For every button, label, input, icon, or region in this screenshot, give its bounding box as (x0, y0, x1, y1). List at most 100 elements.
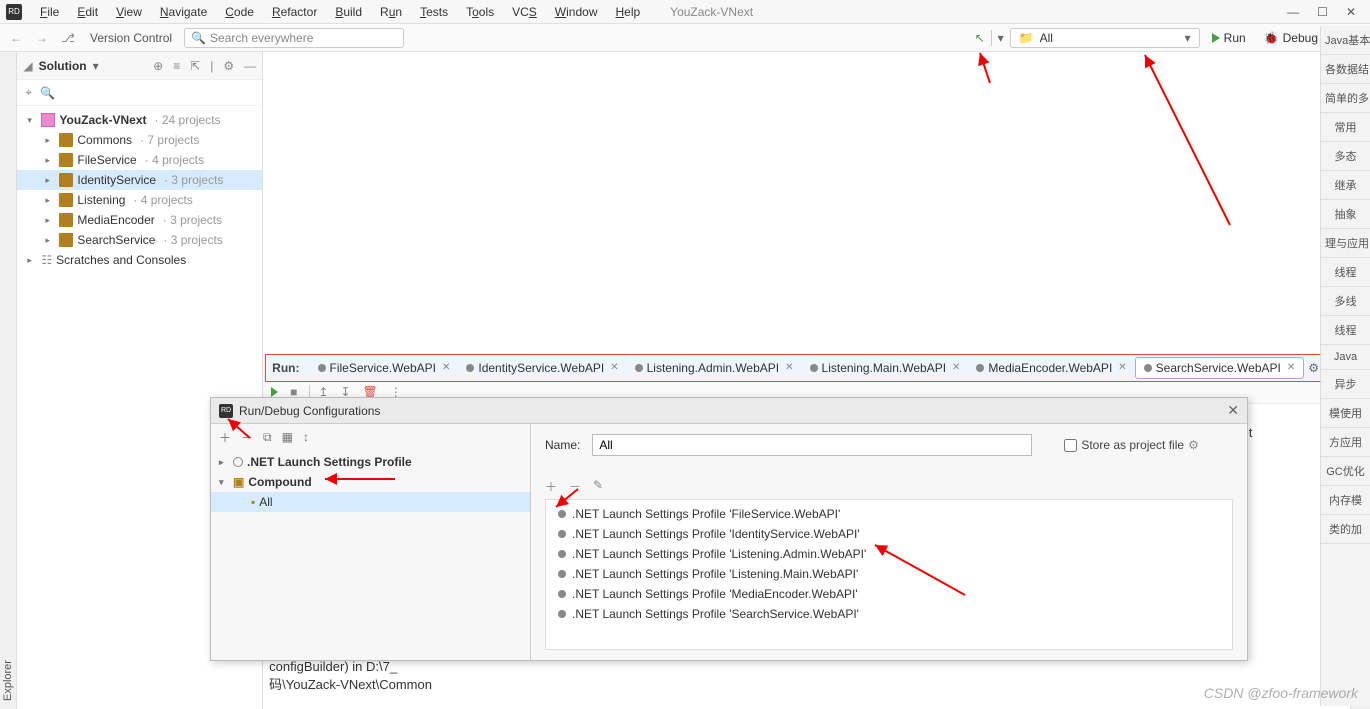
expand-all-icon[interactable]: ≡ (173, 59, 180, 73)
remove-config-button[interactable]: － (241, 429, 253, 446)
rerun-icon[interactable] (271, 387, 278, 397)
run-settings-icon[interactable]: ⚙ (1308, 361, 1319, 375)
run-tab-identityservice-webapi[interactable]: IdentityService.WebAPI✕ (458, 357, 626, 379)
add-config-button[interactable]: ＋ (219, 429, 231, 446)
menu-refactor[interactable]: Refactor (264, 3, 325, 21)
run-tab-listening-admin-webapi[interactable]: Listening.Admin.WebAPI✕ (627, 357, 802, 379)
save-config-button[interactable]: ▦ (282, 430, 293, 444)
side-panel-item[interactable]: 常用 (1321, 113, 1370, 142)
vcs-label[interactable]: Version Control (90, 31, 172, 45)
compound-member-item[interactable]: .NET Launch Settings Profile 'SearchServ… (546, 604, 1232, 624)
compound-member-item[interactable]: .NET Launch Settings Profile 'FileServic… (546, 504, 1232, 524)
add-item-button[interactable]: ＋ (545, 478, 557, 495)
close-button[interactable]: ✕ (1346, 5, 1356, 19)
copy-config-button[interactable]: ⧉ (263, 430, 272, 445)
folder-searchservice[interactable]: ▸SearchService· 3 projects (17, 230, 262, 250)
side-panel-item[interactable]: 线程 (1321, 258, 1370, 287)
run-config-selector[interactable]: 📁 All ▾ (1010, 28, 1200, 48)
menu-run[interactable]: Run (372, 3, 410, 21)
side-panel-item[interactable]: 异步 (1321, 370, 1370, 399)
side-panel-item[interactable]: 方应用 (1321, 428, 1370, 457)
close-tab-icon[interactable]: ✕ (1118, 362, 1126, 373)
compound-member-item[interactable]: .NET Launch Settings Profile 'IdentitySe… (546, 524, 1232, 544)
compound-member-item[interactable]: .NET Launch Settings Profile 'Listening.… (546, 564, 1232, 584)
run-tab-mediaencoder-webapi[interactable]: MediaEncoder.WebAPI✕ (968, 357, 1134, 379)
search-icon[interactable]: 🔍 (40, 86, 55, 100)
chevron-down-icon: ▾ (27, 115, 37, 126)
explorer-tab[interactable]: Explorer (0, 58, 16, 709)
side-panel-item[interactable]: 内存模 (1321, 486, 1370, 515)
vcs-icon[interactable]: ⎇ (58, 28, 78, 48)
run-tab-listening-main-webapi[interactable]: Listening.Main.WebAPI✕ (802, 357, 969, 379)
scope-icon[interactable]: ⌖ (25, 85, 32, 100)
search-everywhere-input[interactable]: 🔍 Search everywhere (184, 28, 404, 48)
side-panel-item[interactable]: 模使用 (1321, 399, 1370, 428)
compound-icon: ▣ (233, 475, 244, 489)
compound-member-item[interactable]: .NET Launch Settings Profile 'Listening.… (546, 544, 1232, 564)
config-dropdown-arrow[interactable]: ▾ (998, 31, 1004, 45)
close-tab-icon[interactable]: ✕ (1287, 362, 1295, 373)
side-panel-item[interactable]: Java基本 (1321, 26, 1370, 55)
folder-mediaencoder[interactable]: ▸MediaEncoder· 3 projects (17, 210, 262, 230)
locate-icon[interactable]: ⊕ (153, 59, 163, 73)
side-panel-item[interactable]: 抽象 (1321, 200, 1370, 229)
compound-node[interactable]: ▾ ▣ Compound (211, 472, 530, 492)
close-tab-icon[interactable]: ✕ (785, 362, 793, 373)
collapse-all-icon[interactable]: ⇱ (190, 59, 200, 73)
scratches-node[interactable]: ▸ ☷ Scratches and Consoles (17, 250, 262, 270)
run-tab-fileservice-webapi[interactable]: FileService.WebAPI✕ (310, 357, 459, 379)
side-panel-item[interactable]: Java (1321, 345, 1370, 370)
side-panel-item[interactable]: 多态 (1321, 142, 1370, 171)
menu-tools[interactable]: Tools (458, 3, 502, 21)
menu-tests[interactable]: Tests (412, 3, 456, 21)
menu-edit[interactable]: Edit (69, 3, 106, 21)
side-panel-item[interactable]: 理与应用 (1321, 229, 1370, 258)
side-panel-item[interactable]: 简单的多 (1321, 84, 1370, 113)
folder-listening[interactable]: ▸Listening· 4 projects (17, 190, 262, 210)
close-tab-icon[interactable]: ✕ (952, 362, 960, 373)
solution-scope-icon[interactable]: ◢ (23, 59, 32, 73)
hammer-icon[interactable]: ↖ (975, 31, 985, 45)
debug-button[interactable]: 🐞 Debug (1258, 29, 1324, 47)
maximize-button[interactable]: ☐ (1317, 5, 1328, 19)
menu-code[interactable]: Code (217, 3, 262, 21)
nav-back-button[interactable]: ← (6, 28, 26, 48)
minimize-button[interactable]: — (1287, 5, 1299, 19)
menu-help[interactable]: Help (607, 3, 648, 21)
close-tab-icon[interactable]: ✕ (442, 362, 450, 373)
hide-icon[interactable]: — (244, 59, 256, 73)
chevron-down-icon[interactable]: ▾ (93, 59, 99, 73)
profile-node[interactable]: ▸ .NET Launch Settings Profile (211, 452, 530, 472)
gear-icon[interactable]: ⚙ (1188, 438, 1199, 452)
menu-vcs[interactable]: VCS (504, 3, 545, 21)
config-icon (976, 364, 984, 372)
folder-commons[interactable]: ▸Commons· 7 projects (17, 130, 262, 150)
run-button[interactable]: Run (1206, 29, 1252, 47)
side-panel-item[interactable]: 线程 (1321, 316, 1370, 345)
side-panel-item[interactable]: 继承 (1321, 171, 1370, 200)
menu-view[interactable]: View (108, 3, 150, 21)
edit-item-button[interactable]: ✎ (593, 478, 603, 495)
menu-window[interactable]: Window (547, 3, 606, 21)
side-panel-item[interactable]: 多线 (1321, 287, 1370, 316)
folder-identityservice[interactable]: ▸IdentityService· 3 projects (17, 170, 262, 190)
folder-fileservice[interactable]: ▸FileService· 4 projects (17, 150, 262, 170)
menu-build[interactable]: Build (327, 3, 370, 21)
settings-icon[interactable]: ⚙ (223, 59, 234, 73)
menu-file[interactable]: File (32, 3, 67, 21)
side-panel-item[interactable]: 类的加 (1321, 515, 1370, 544)
side-panel-item[interactable]: 各数据结 (1321, 55, 1370, 84)
dialog-close-button[interactable]: ✕ (1227, 402, 1239, 419)
close-tab-icon[interactable]: ✕ (610, 362, 618, 373)
menu-navigate[interactable]: Navigate (152, 3, 215, 21)
nav-forward-button[interactable]: → (32, 28, 52, 48)
store-as-project-checkbox[interactable]: Store as project file ⚙ (1064, 438, 1198, 452)
remove-item-button[interactable]: － (569, 478, 581, 495)
run-tab-searchservice-webapi[interactable]: SearchService.WebAPI✕ (1135, 357, 1305, 379)
compound-member-item[interactable]: .NET Launch Settings Profile 'MediaEncod… (546, 584, 1232, 604)
compound-all-node[interactable]: ▪ All (211, 492, 530, 512)
side-panel-item[interactable]: GC优化 (1321, 457, 1370, 486)
config-name-input[interactable] (592, 434, 1032, 456)
sort-config-button[interactable]: ↕ (303, 430, 309, 444)
solution-root[interactable]: ▾ YouZack-VNext · 24 projects (17, 110, 262, 130)
